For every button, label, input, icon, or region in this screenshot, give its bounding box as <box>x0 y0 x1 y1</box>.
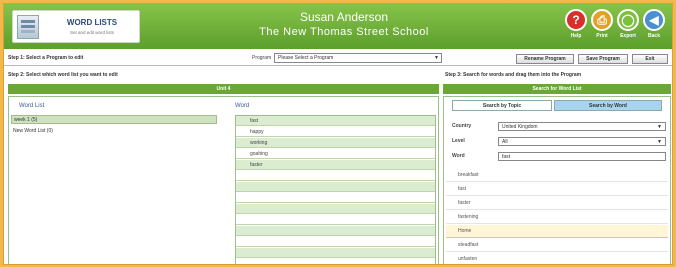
word-row[interactable] <box>236 259 435 264</box>
rename-program-button[interactable]: Rename Program <box>516 54 574 64</box>
unit-panel: Word List Word week 1 (5) New Word List … <box>8 96 439 264</box>
unit-title: Unit 4 <box>8 84 439 94</box>
search-result-item[interactable]: faster <box>446 197 668 210</box>
help-icon: ? <box>565 9 587 31</box>
search-panel: Search by Topic Search by Word Country U… <box>443 96 671 264</box>
print-icon: ⎙ <box>591 9 613 31</box>
word-row[interactable]: working <box>236 138 435 148</box>
word-row[interactable] <box>236 182 435 192</box>
back-label: Back <box>648 33 660 39</box>
wordlist-item[interactable]: New Word List (0) <box>11 127 217 136</box>
word-list-table: fast happy working goahing faster <box>235 115 436 264</box>
word-search-input[interactable]: fast <box>498 152 666 161</box>
word-row[interactable]: fast <box>236 116 435 126</box>
word-row[interactable] <box>236 193 435 203</box>
search-panel-title: Search for Word List <box>443 84 671 94</box>
help-label: Help <box>570 33 582 39</box>
search-result-item[interactable]: steadfast <box>446 239 668 252</box>
program-select[interactable]: Please Select a Program ▼ <box>274 53 442 63</box>
word-row[interactable] <box>236 215 435 225</box>
print-label: Print <box>596 33 608 39</box>
steps-row: Step 2: Select which word list you want … <box>4 69 672 81</box>
search-result-item[interactable]: fast <box>446 183 668 196</box>
export-label: Export <box>620 33 636 39</box>
level-select[interactable]: All ▼ <box>498 137 666 146</box>
search-result-item[interactable]: Home <box>446 225 668 238</box>
print-button[interactable]: ⎙ Print <box>590 9 614 39</box>
app-subtitle: Set and edit word lists <box>69 30 115 35</box>
header-bar: WORD LISTS Set and edit word lists Susan… <box>4 4 672 49</box>
tab-search-by-topic[interactable]: Search by Topic <box>452 100 552 111</box>
word-row[interactable]: goahing <box>236 149 435 159</box>
export-icon: ◯ <box>617 9 639 31</box>
word-row[interactable]: happy <box>236 127 435 137</box>
word-list-icon <box>17 15 39 39</box>
level-label: Level <box>452 138 465 144</box>
step2-label: Step 2: Select which word list you want … <box>8 72 118 78</box>
country-select-value: United Kingdom <box>502 124 538 130</box>
school-name: The New Thomas Street School <box>259 26 429 38</box>
chevron-down-icon: ▼ <box>657 124 662 130</box>
country-label: Country <box>452 123 472 129</box>
exit-button[interactable]: Exit <box>632 54 668 64</box>
search-result-item[interactable]: fastening <box>446 211 668 224</box>
word-header: Word <box>235 103 250 109</box>
country-select[interactable]: United Kingdom ▼ <box>498 122 666 131</box>
word-row[interactable]: faster <box>236 160 435 170</box>
back-icon: ◀ <box>643 9 665 31</box>
program-toolbar: Step 1: Select a Program to edit Program… <box>4 51 672 66</box>
wordlist-item[interactable]: week 1 (5) <box>11 115 217 124</box>
wordlist-header: Word List <box>19 103 45 109</box>
app-window: WORD LISTS Set and edit word lists Susan… <box>3 3 673 265</box>
help-button[interactable]: ? Help <box>564 9 588 39</box>
program-label: Program <box>252 55 272 61</box>
tab-search-by-word[interactable]: Search by Word <box>554 100 662 111</box>
search-result-item[interactable]: breakfast <box>446 169 668 182</box>
word-row[interactable] <box>236 226 435 236</box>
word-row[interactable] <box>236 237 435 247</box>
search-result-item[interactable]: unfasten <box>446 253 668 264</box>
program-select-value: Please Select a Program <box>278 55 334 61</box>
step3-label: Step 3: Search for words and drag them i… <box>445 72 582 78</box>
word-search-label: Word <box>452 153 465 159</box>
chevron-down-icon: ▼ <box>434 55 439 61</box>
chevron-down-icon: ▼ <box>657 139 662 145</box>
export-button[interactable]: ◯ Export <box>616 9 640 39</box>
app-title: WORD LISTS <box>66 18 118 27</box>
user-name: Susan Anderson <box>299 10 389 24</box>
word-row[interactable] <box>236 248 435 258</box>
step1-label: Step 1: Select a Program to edit <box>8 55 84 61</box>
word-row[interactable] <box>236 204 435 214</box>
app-logo: WORD LISTS Set and edit word lists <box>12 10 140 43</box>
save-program-button[interactable]: Save Program <box>578 54 628 64</box>
word-row[interactable] <box>236 171 435 181</box>
level-select-value: All <box>502 139 508 145</box>
back-button[interactable]: ◀ Back <box>642 9 666 39</box>
